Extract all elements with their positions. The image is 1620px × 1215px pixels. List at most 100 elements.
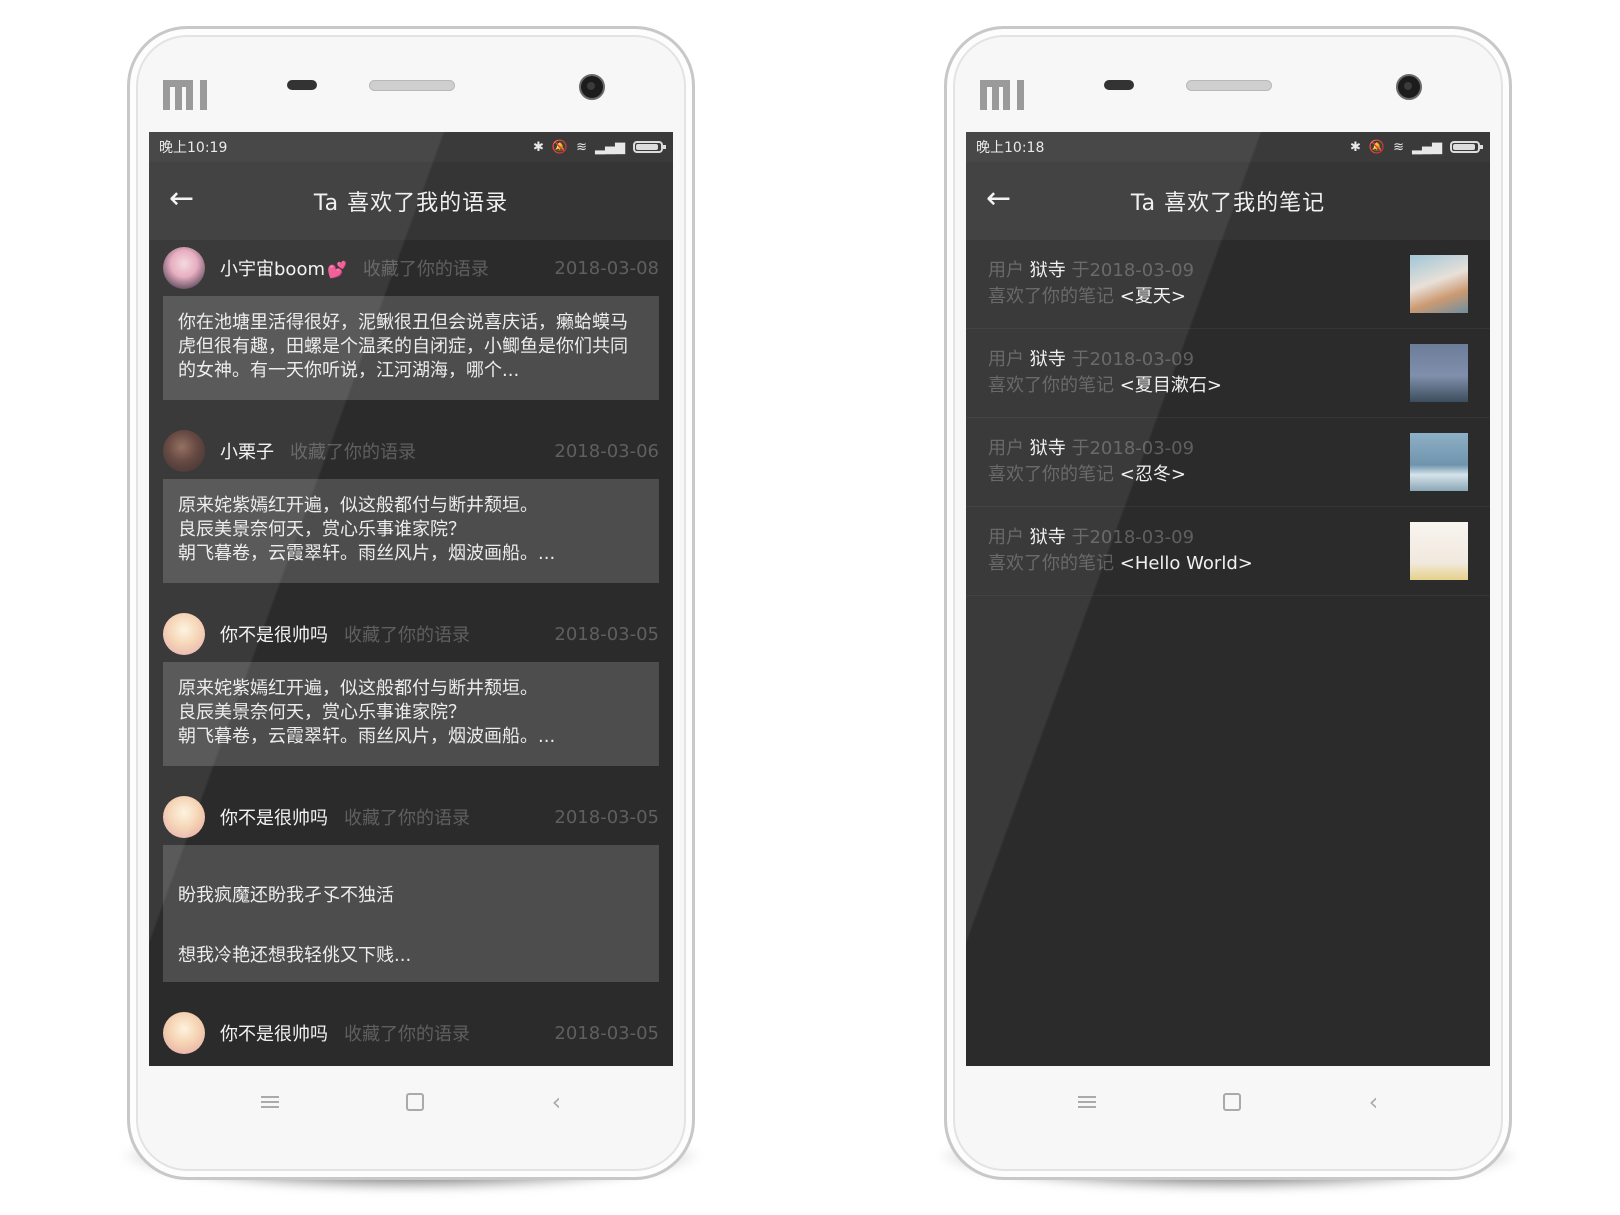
- user-prefix: 用户: [988, 438, 1024, 459]
- note-title[interactable]: <夏目漱石>: [1120, 375, 1222, 396]
- username[interactable]: 你不是很帅吗: [220, 804, 328, 830]
- note-title[interactable]: <夏天>: [1120, 286, 1186, 307]
- entry-date: 2018-03-05: [554, 806, 659, 828]
- back-icon[interactable]: ‹: [1369, 1088, 1379, 1116]
- quote-feed[interactable]: 小宇宙boom 💕 收藏了你的语录 2018-03-08 你在池塘里活得很好，泥鳅…: [149, 240, 673, 1061]
- avatar[interactable]: [163, 247, 205, 289]
- note-list-item[interactable]: 用户 狱寺 于2018-03-09 喜欢了你的笔记 <夏目漱石>: [966, 329, 1490, 418]
- heart-emoji-icon: 💕: [327, 260, 347, 279]
- battery-icon: [633, 141, 666, 153]
- username[interactable]: 狱寺: [1030, 527, 1066, 548]
- username[interactable]: 你不是很帅吗: [220, 621, 328, 647]
- action-text: 喜欢了你的笔记: [988, 286, 1114, 307]
- quote-card[interactable]: 你在池塘里活得很好，泥鳅很丑但会说喜庆话，癞蛤蟆马虎但很有趣，田螺是个温柔的自闭…: [163, 296, 659, 400]
- quote-line: 盼我疯魔还盼我孑孓不独活: [178, 885, 394, 906]
- entry-date: 2018-03-05: [554, 623, 659, 645]
- page-title: Ta 喜欢了我的笔记: [1130, 191, 1326, 216]
- home-icon[interactable]: [1223, 1093, 1242, 1111]
- mute-icon: 🔕: [1368, 139, 1386, 155]
- app-bar: ← Ta 喜欢了我的笔记: [966, 162, 1490, 240]
- phone-frame-right: 晚上10:18 ✱ 🔕 ≋ ▂▄▆ ← Ta 喜欢了我的笔记 用户 狱寺 于20…: [934, 26, 1522, 1192]
- note-list[interactable]: 用户 狱寺 于2018-03-09 喜欢了你的笔记 <夏天> 用户 狱寺 于20…: [966, 240, 1490, 596]
- status-icons: ✱ 🔕 ≋ ▂▄▆: [1350, 139, 1483, 155]
- hardware-nav-bar: ‹: [127, 1080, 695, 1124]
- note-list-item[interactable]: 用户 狱寺 于2018-03-09 喜欢了你的笔记 <Hello World>: [966, 507, 1490, 596]
- mute-icon: 🔕: [551, 139, 569, 155]
- feed-entry-header[interactable]: 你不是很帅吗 收藏了你的语录 2018-03-05: [163, 606, 659, 662]
- note-info: 用户 狱寺 于2018-03-09 喜欢了你的笔记 <夏天>: [988, 258, 1410, 310]
- status-icons: ✱ 🔕 ≋ ▂▄▆: [533, 139, 666, 155]
- status-time: 晚上10:19: [159, 140, 228, 156]
- action-text: 收藏了你的语录: [362, 259, 489, 280]
- note-list-item[interactable]: 用户 狱寺 于2018-03-09 喜欢了你的笔记 <忍冬>: [966, 418, 1490, 507]
- note-list-item[interactable]: 用户 狱寺 于2018-03-09 喜欢了你的笔记 <夏天>: [966, 240, 1490, 329]
- entry-date: 2018-03-08: [554, 257, 659, 279]
- action-text: 喜欢了你的笔记: [988, 553, 1114, 574]
- hardware-nav-bar: ‹: [944, 1080, 1512, 1124]
- note-title[interactable]: <忍冬>: [1120, 464, 1186, 485]
- avatar[interactable]: [163, 1012, 205, 1054]
- action-text: 收藏了你的语录: [344, 1024, 470, 1045]
- action-text: 收藏了你的语录: [344, 625, 470, 646]
- quote-card[interactable]: 原来姹紫嫣红开遍，似这般都付与断井颓垣。 良辰美景奈何天，赏心乐事谁家院？ 朝飞…: [163, 662, 659, 766]
- front-camera-icon: [579, 74, 605, 100]
- bluetooth-icon: ✱: [533, 139, 544, 155]
- note-date: 于2018-03-09: [1071, 260, 1195, 281]
- note-date: 于2018-03-09: [1071, 527, 1195, 548]
- note-info: 用户 狱寺 于2018-03-09 喜欢了你的笔记 <Hello World>: [988, 525, 1410, 577]
- user-prefix: 用户: [988, 527, 1024, 548]
- mi-logo-icon: [980, 80, 1026, 110]
- action-text: 喜欢了你的笔记: [988, 375, 1114, 396]
- feed-entry-header[interactable]: 你不是很帅吗 收藏了你的语录 2018-03-05: [163, 789, 659, 845]
- username[interactable]: 狱寺: [1030, 438, 1066, 459]
- mi-logo-icon: [163, 80, 209, 110]
- action-text: 喜欢了你的笔记: [988, 464, 1114, 485]
- username[interactable]: 你不是很帅吗: [220, 1020, 328, 1046]
- avatar[interactable]: [163, 796, 205, 838]
- avatar[interactable]: [163, 430, 205, 472]
- entry-date: 2018-03-05: [554, 1022, 659, 1044]
- note-thumbnail[interactable]: [1410, 344, 1468, 402]
- signal-icon: ▂▄▆: [1412, 139, 1442, 155]
- note-thumbnail[interactable]: [1410, 433, 1468, 491]
- screen-right: 晚上10:18 ✱ 🔕 ≋ ▂▄▆ ← Ta 喜欢了我的笔记 用户 狱寺 于20…: [966, 132, 1490, 1066]
- home-icon[interactable]: [406, 1093, 425, 1111]
- phone-frame-left: 晚上10:19 ✱ 🔕 ≋ ▂▄▆ ← Ta 喜欢了我的语录 小宇宙boom 💕 …: [117, 26, 705, 1192]
- wifi-icon: ≋: [576, 139, 587, 155]
- action-text: 收藏了你的语录: [344, 808, 470, 829]
- note-thumbnail[interactable]: [1410, 255, 1468, 313]
- username[interactable]: 小宇宙boom 💕: [220, 255, 347, 281]
- quote-card[interactable]: 盼我疯魔还盼我孑孓不独活 想我冷艳还想我轻佻又下贱...: [163, 845, 659, 982]
- proximity-sensor: [287, 80, 317, 90]
- note-thumbnail[interactable]: [1410, 522, 1468, 580]
- bluetooth-icon: ✱: [1350, 139, 1361, 155]
- note-title[interactable]: <Hello World>: [1120, 553, 1253, 574]
- earpiece-speaker: [1186, 80, 1272, 91]
- user-prefix: 用户: [988, 260, 1024, 281]
- signal-icon: ▂▄▆: [595, 139, 625, 155]
- feed-entry-header[interactable]: 小栗子 收藏了你的语录 2018-03-06: [163, 423, 659, 479]
- username[interactable]: 狱寺: [1030, 349, 1066, 370]
- front-camera-icon: [1396, 74, 1422, 100]
- entry-date: 2018-03-06: [554, 440, 659, 462]
- username[interactable]: 小栗子: [220, 438, 274, 464]
- earpiece-speaker: [369, 80, 455, 91]
- note-date: 于2018-03-09: [1071, 438, 1195, 459]
- status-bar: 晚上10:19 ✱ 🔕 ≋ ▂▄▆: [149, 132, 673, 162]
- status-time: 晚上10:18: [976, 140, 1045, 156]
- user-prefix: 用户: [988, 349, 1024, 370]
- note-info: 用户 狱寺 于2018-03-09 喜欢了你的笔记 <夏目漱石>: [988, 347, 1410, 399]
- action-text: 收藏了你的语录: [290, 442, 416, 463]
- avatar[interactable]: [163, 613, 205, 655]
- back-icon[interactable]: ‹: [552, 1088, 562, 1116]
- status-bar: 晚上10:18 ✱ 🔕 ≋ ▂▄▆: [966, 132, 1490, 162]
- back-arrow-icon[interactable]: ←: [986, 184, 1011, 214]
- quote-card[interactable]: 原来姹紫嫣红开遍，似这般都付与断井颓垣。 良辰美景奈何天，赏心乐事谁家院？ 朝飞…: [163, 479, 659, 583]
- back-arrow-icon[interactable]: ←: [169, 184, 194, 214]
- note-info: 用户 狱寺 于2018-03-09 喜欢了你的笔记 <忍冬>: [988, 436, 1410, 488]
- menu-icon[interactable]: [1077, 1096, 1096, 1108]
- feed-entry-header[interactable]: 小宇宙boom 💕 收藏了你的语录 2018-03-08: [163, 240, 659, 296]
- menu-icon[interactable]: [260, 1096, 279, 1108]
- feed-entry-header[interactable]: 你不是很帅吗 收藏了你的语录 2018-03-05: [163, 1005, 659, 1061]
- username[interactable]: 狱寺: [1030, 260, 1066, 281]
